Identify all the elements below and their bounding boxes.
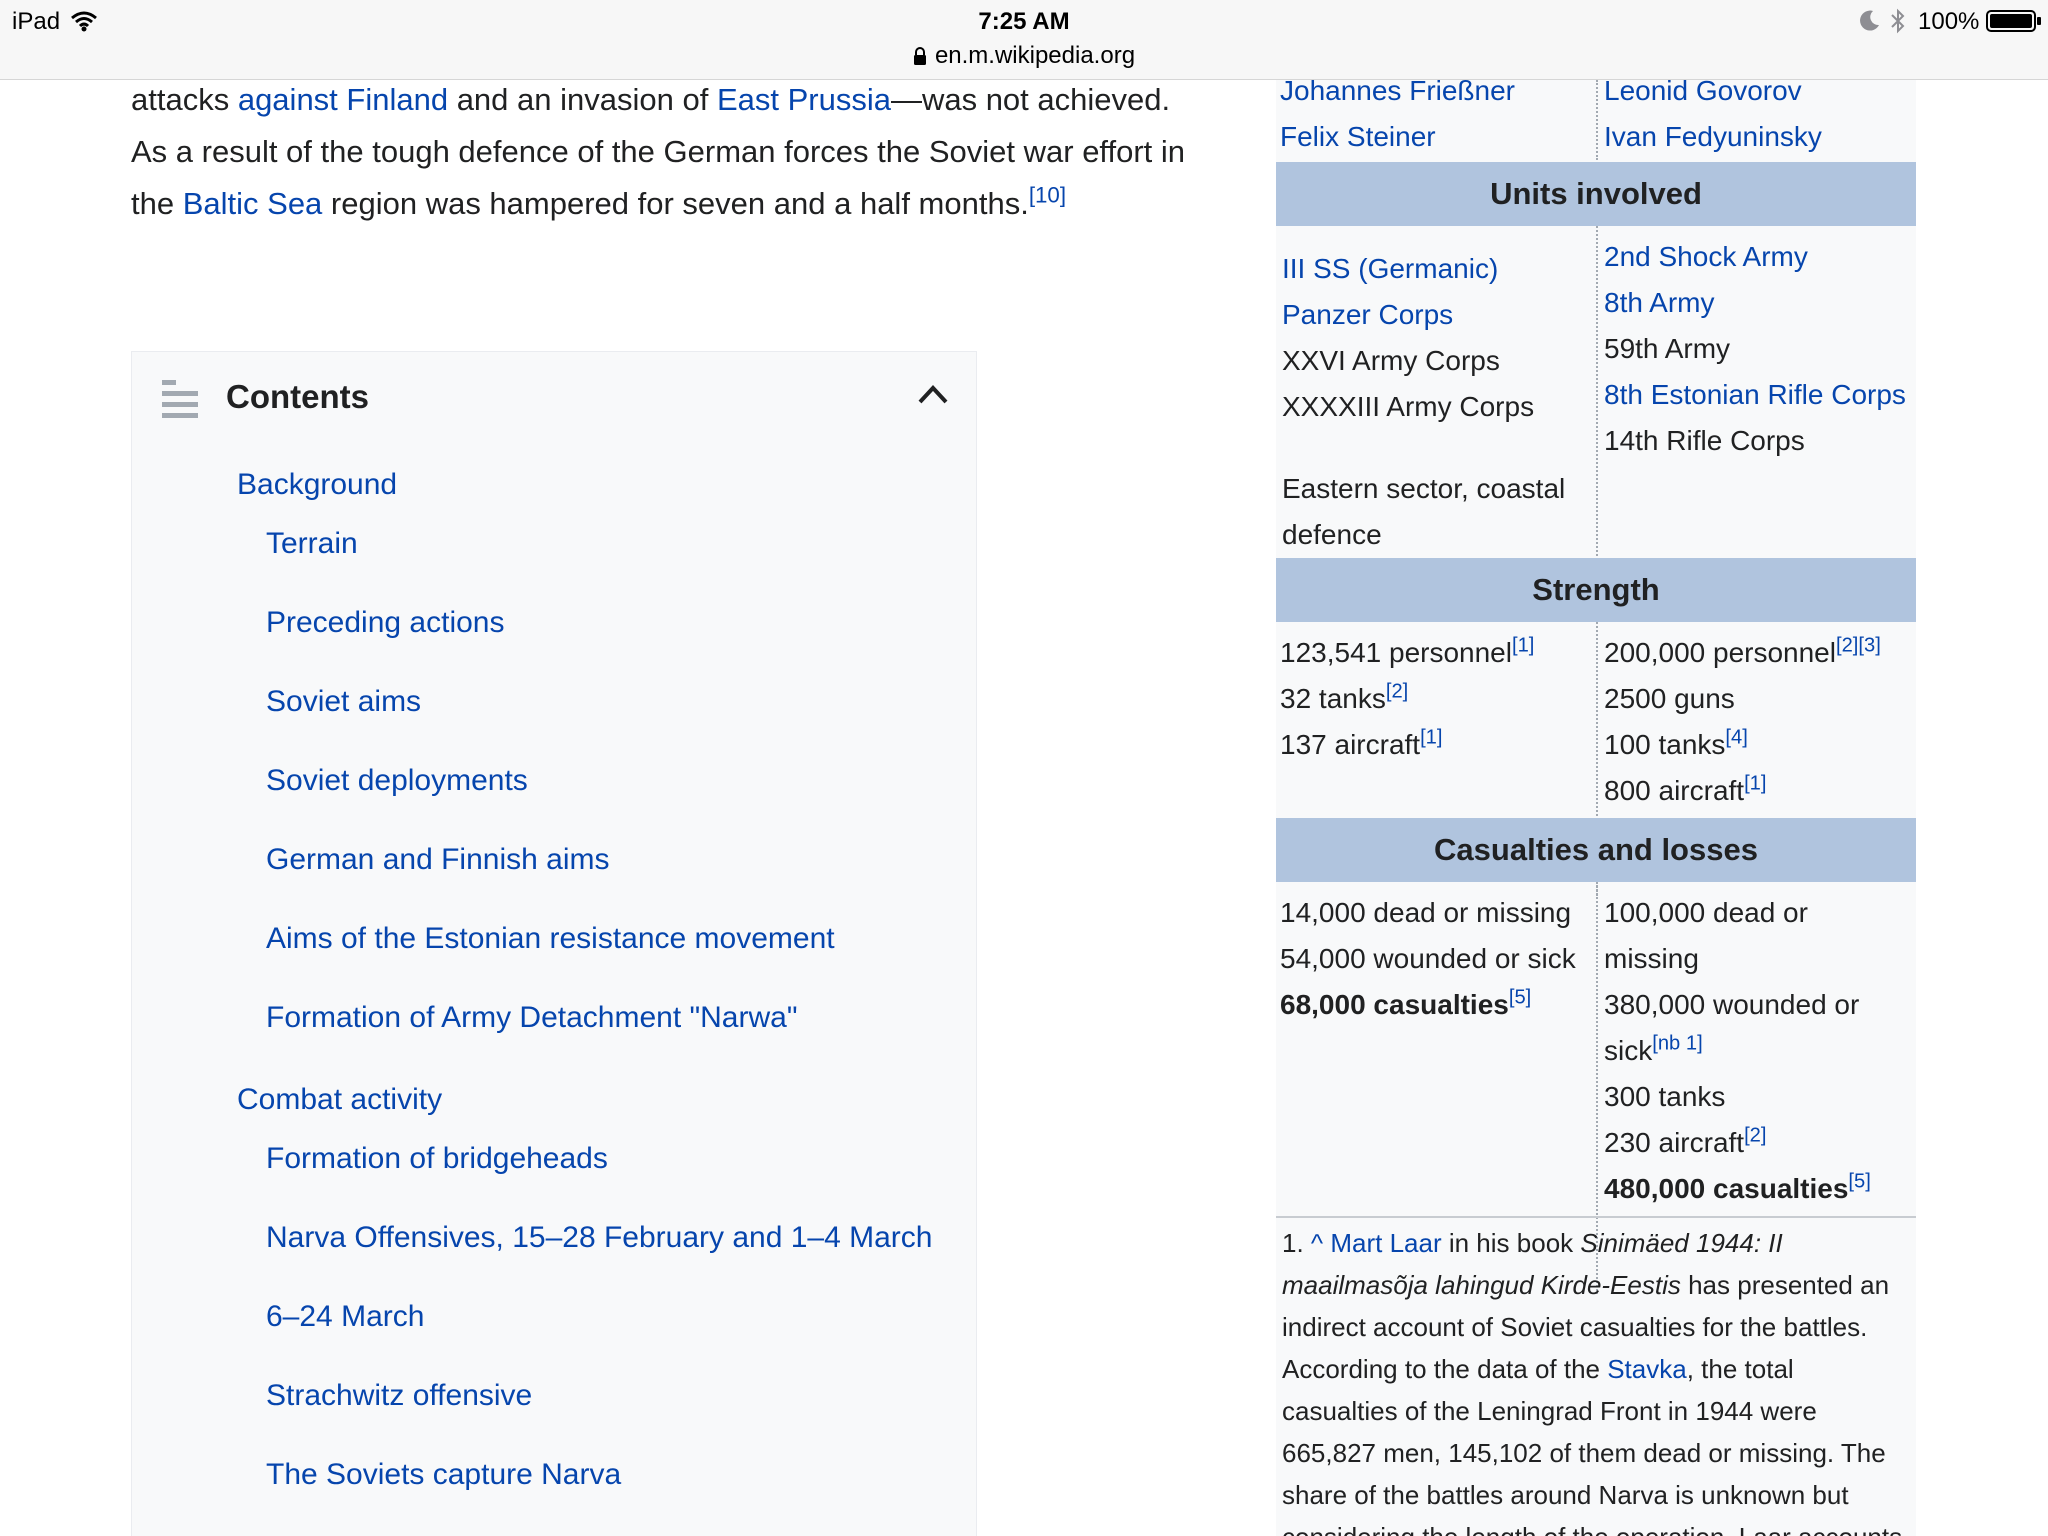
paragraph-text: region was hampered for seven and a half… bbox=[322, 186, 1029, 221]
casualty-value: 230 aircraft bbox=[1604, 1127, 1745, 1158]
reference-link[interactable]: [5] bbox=[1509, 987, 1531, 1009]
unit-name: 14th Rifle Corps bbox=[1604, 425, 1805, 456]
toc-item-narva-offensives[interactable]: Narva Offensives, 15–28 February and 1–4… bbox=[266, 1221, 932, 1255]
reference-link[interactable]: [10] bbox=[1029, 183, 1066, 208]
strength-header: Strength bbox=[1276, 558, 1916, 622]
link-mart-laar[interactable]: Mart Laar bbox=[1330, 1228, 1441, 1258]
toc-item-army-detachment-narwa[interactable]: Formation of Army Detachment "Narwa" bbox=[266, 1001, 797, 1035]
link-commander[interactable]: Felix Steiner bbox=[1280, 121, 1436, 152]
reference-link[interactable]: [2] bbox=[1744, 1125, 1766, 1147]
paragraph-text: and an invasion of bbox=[448, 82, 717, 117]
toc-item-preceding-actions[interactable]: Preceding actions bbox=[266, 606, 504, 640]
strength-value: 2500 guns bbox=[1604, 683, 1735, 714]
link-iii-ss-panzer-corps[interactable]: III SS (Germanic) Panzer Corps bbox=[1282, 253, 1498, 330]
reference-link[interactable]: [2] bbox=[1386, 681, 1408, 703]
note-backlink[interactable]: ^ bbox=[1311, 1228, 1323, 1258]
address-bar[interactable]: en.m.wikipedia.org bbox=[0, 42, 2048, 70]
commanders-right: Leonid Govorov Ivan Fedyuninsky bbox=[1604, 68, 1822, 160]
reference-link[interactable]: [4] bbox=[1725, 727, 1747, 749]
clock: 7:25 AM bbox=[978, 8, 1070, 35]
casualty-value: 14,000 dead or missing bbox=[1280, 897, 1572, 928]
moon-icon bbox=[1860, 10, 1879, 31]
strength-value: 200,000 personnel bbox=[1604, 637, 1836, 668]
lock-icon bbox=[913, 47, 926, 65]
strength-value: 137 aircraft bbox=[1280, 729, 1421, 760]
strength-left: 123,541 personnel[1] 32 tanks[2] 137 air… bbox=[1280, 630, 1534, 768]
strength-value: 123,541 personnel bbox=[1280, 637, 1512, 668]
commanders-left: Johannes Frießner Felix Steiner bbox=[1280, 68, 1515, 160]
toc-item-strachwitz-offensive[interactable]: Strachwitz offensive bbox=[266, 1379, 532, 1413]
link-8th-estonian-rifle-corps[interactable]: 8th Estonian Rifle Corps bbox=[1604, 379, 1906, 410]
toc-item-soviets-capture-narva[interactable]: The Soviets capture Narva bbox=[266, 1458, 621, 1492]
casualty-value: 380,000 wounded or sick bbox=[1604, 989, 1860, 1066]
note-number: 1. bbox=[1282, 1228, 1311, 1258]
link-commander[interactable]: Ivan Fedyuninsky bbox=[1604, 121, 1822, 152]
toc-item-6-24-march[interactable]: 6–24 March bbox=[266, 1300, 424, 1334]
reference-link[interactable]: [1] bbox=[1744, 773, 1766, 795]
list-icon bbox=[162, 380, 198, 418]
strength-value: 32 tanks bbox=[1280, 683, 1386, 714]
units-left: III SS (Germanic) Panzer Corps XXVI Army… bbox=[1282, 246, 1592, 430]
strength-right: 200,000 personnel[2][3] 2500 guns 100 ta… bbox=[1604, 630, 1881, 814]
strength-value: 800 aircraft bbox=[1604, 775, 1745, 806]
units-left-extra: Eastern sector, coastal defence bbox=[1282, 473, 1566, 550]
casualties-right: 100,000 dead or missing 380,000 wounded … bbox=[1604, 890, 1910, 1212]
unit-name: XXXXIII Army Corps bbox=[1282, 391, 1535, 422]
toc-title: Contents bbox=[226, 378, 369, 415]
casualty-total: 480,000 casualties bbox=[1604, 1173, 1849, 1204]
note-text: in his book bbox=[1441, 1228, 1581, 1258]
reference-link[interactable]: [1] bbox=[1512, 635, 1534, 657]
link-stavka[interactable]: Stavka bbox=[1607, 1354, 1687, 1384]
toc-item-combat-activity[interactable]: Combat activity bbox=[237, 1083, 442, 1117]
link-against-finland[interactable]: against Finland bbox=[238, 82, 448, 117]
casualties-header: Casualties and losses bbox=[1276, 818, 1916, 882]
paragraph-text: attacks bbox=[131, 82, 238, 117]
unit-name: 59th Army bbox=[1604, 333, 1731, 364]
article-paragraph: attacks against Finland and an invasion … bbox=[131, 74, 1211, 230]
casualty-value: 300 tanks bbox=[1604, 1081, 1726, 1112]
link-8th-army[interactable]: 8th Army bbox=[1604, 287, 1714, 318]
toc-item-estonian-aims[interactable]: Aims of the Estonian resistance movement bbox=[266, 922, 835, 956]
infobox: Johannes Frießner Felix Steiner Leonid G… bbox=[1276, 75, 1916, 1536]
column-divider bbox=[1596, 80, 1598, 160]
url-text: en.m.wikipedia.org bbox=[934, 42, 1136, 69]
reference-link[interactable]: [2][3] bbox=[1836, 635, 1881, 657]
chevron-up-icon[interactable] bbox=[916, 380, 950, 408]
divider bbox=[1276, 1216, 1916, 1218]
infobox-note: 1. ^ Mart Laar in his book Sinimäed 1944… bbox=[1282, 1222, 1912, 1536]
casualties-left: 14,000 dead or missing 54,000 wounded or… bbox=[1280, 890, 1592, 1028]
link-2nd-shock-army[interactable]: 2nd Shock Army bbox=[1604, 241, 1808, 272]
casualty-value: 54,000 wounded or sick bbox=[1280, 943, 1576, 974]
note-link[interactable]: [nb 1] bbox=[1652, 1033, 1702, 1055]
link-commander[interactable]: Johannes Frießner bbox=[1280, 75, 1515, 106]
toc-item-background[interactable]: Background bbox=[237, 468, 397, 502]
toc-item-terrain[interactable]: Terrain bbox=[266, 527, 358, 561]
link-baltic-sea[interactable]: Baltic Sea bbox=[183, 186, 323, 221]
bluetooth-icon bbox=[1891, 8, 1905, 34]
unit-name: XXVI Army Corps bbox=[1282, 345, 1500, 376]
toc-item-german-finnish-aims[interactable]: German and Finnish aims bbox=[266, 843, 609, 877]
casualty-total: 68,000 casualties bbox=[1280, 989, 1509, 1020]
link-east-prussia[interactable]: East Prussia bbox=[717, 82, 891, 117]
table-of-contents: Contents Background Terrain Preceding ac… bbox=[131, 351, 977, 1536]
strength-value: 100 tanks bbox=[1604, 729, 1726, 760]
reference-link[interactable]: [1] bbox=[1420, 727, 1442, 749]
battery-percentage: 100% bbox=[1918, 8, 1980, 35]
toc-item-soviet-deployments[interactable]: Soviet deployments bbox=[266, 764, 528, 798]
toc-item-soviet-aims[interactable]: Soviet aims bbox=[266, 685, 421, 719]
reference-link[interactable]: [5] bbox=[1848, 1171, 1870, 1193]
battery-icon bbox=[1986, 10, 2041, 32]
units-involved-header: Units involved bbox=[1276, 162, 1916, 226]
units-right: 2nd Shock Army 8th Army 59th Army 8th Es… bbox=[1604, 234, 1906, 464]
casualty-value: 100,000 dead or missing bbox=[1604, 897, 1808, 974]
link-commander[interactable]: Leonid Govorov bbox=[1604, 75, 1802, 106]
toc-item-bridgeheads[interactable]: Formation of bridgeheads bbox=[266, 1142, 608, 1176]
